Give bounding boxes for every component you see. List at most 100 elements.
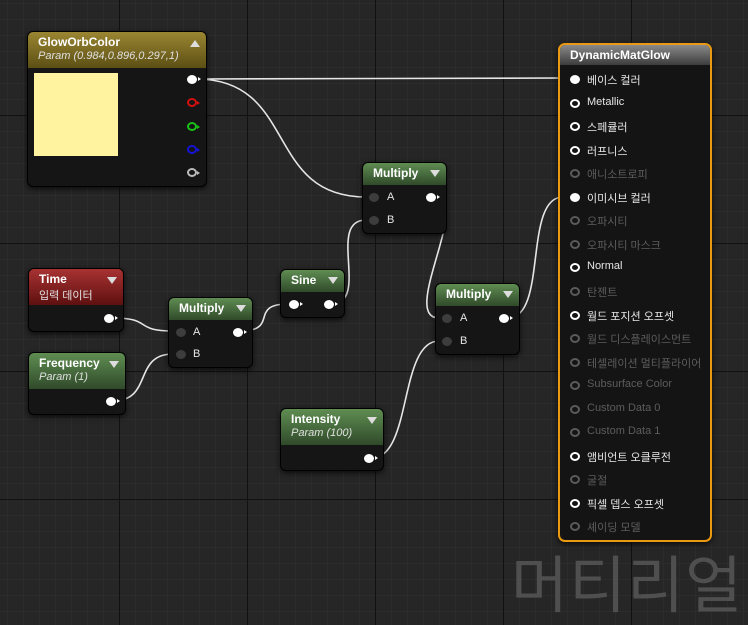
material-input-label: 굴절 (587, 475, 608, 488)
material-input-label: 이미시브 컬러 (587, 192, 651, 205)
rgba-output-pin[interactable] (187, 75, 201, 84)
input-a-label: A (460, 312, 468, 324)
material-input-pin[interactable] (570, 451, 580, 461)
material-input-pin[interactable] (570, 428, 580, 438)
material-input-pin[interactable] (570, 75, 580, 84)
node-title: Sine (291, 273, 317, 287)
node-header[interactable]: Multiply (169, 298, 252, 320)
material-input-pin[interactable] (570, 122, 580, 132)
material-input-label: 애니소트로피 (587, 169, 648, 182)
material-input-label: 스페큘러 (587, 122, 628, 135)
material-result-node[interactable]: DynamicMatGlow 베이스 컬러 Metallic 스페큘러 러프니스 애니소… (558, 43, 712, 542)
input-a-pin[interactable] (369, 193, 379, 202)
collapse-arrow-icon[interactable] (367, 417, 377, 424)
material-input-pin[interactable] (570, 239, 580, 249)
multiply-output-pin[interactable] (499, 314, 513, 323)
material-input-label: Subsurface Color (587, 378, 672, 391)
material-title: DynamicMatGlow (570, 48, 671, 62)
material-input-pin[interactable] (570, 334, 580, 344)
node-header[interactable]: Frequency Param (1) (29, 353, 125, 389)
material-input-label: 베이스 컬러 (587, 75, 641, 87)
wire-glow-to-basecolor (195, 77, 564, 80)
node-header[interactable]: Intensity Param (100) (281, 409, 383, 445)
material-input-pin[interactable] (570, 404, 580, 414)
green-output-pin[interactable] (187, 122, 200, 131)
collapse-arrow-icon[interactable] (430, 170, 440, 177)
material-input-pin[interactable] (570, 522, 580, 532)
material-input-pin[interactable] (570, 169, 580, 179)
node-title: Time (39, 272, 67, 286)
material-input-pin[interactable] (570, 263, 580, 273)
material-input-label: Custom Data 0 (587, 401, 661, 414)
node-subtitle: Param (1) (39, 371, 88, 383)
input-b-label: B (193, 348, 201, 360)
sine-output-pin[interactable] (324, 300, 338, 309)
material-input-label: 픽셀 뎁스 오프셋 (587, 498, 664, 511)
sine-node[interactable]: Sine (280, 269, 345, 318)
material-input-label: Metallic (587, 95, 625, 108)
node-title: Multiply (179, 301, 225, 315)
collapse-arrow-icon[interactable] (236, 305, 246, 312)
collapse-arrow-icon[interactable] (503, 291, 513, 298)
multiply-node-1[interactable]: Multiply A B (168, 297, 253, 368)
sine-input-pin[interactable] (289, 300, 303, 309)
multiply-node-2[interactable]: Multiply A B (362, 162, 447, 234)
collapse-arrow-icon[interactable] (328, 277, 338, 284)
node-header[interactable]: DynamicMatGlow (560, 45, 710, 65)
alpha-output-pin[interactable] (187, 168, 200, 177)
material-input-pin[interactable] (570, 216, 580, 226)
node-header[interactable]: GlowOrbColor Param (0.984,0.896,0.297,1) (28, 32, 206, 68)
material-input-pin[interactable] (570, 475, 580, 485)
material-input-label: 탄젠트 (587, 286, 618, 299)
input-a-label: A (387, 191, 395, 203)
node-title: Multiply (373, 166, 419, 180)
multiply-output-pin[interactable] (426, 193, 440, 202)
input-b-pin[interactable] (369, 216, 379, 225)
material-input-pin[interactable] (570, 145, 580, 155)
material-input-label: Normal (587, 260, 623, 273)
blue-output-pin[interactable] (187, 145, 200, 154)
material-input-pin[interactable] (570, 286, 580, 296)
material-input-pin[interactable] (570, 381, 580, 391)
collapse-arrow-icon[interactable] (107, 277, 117, 284)
material-input-label: 월드 디스플레이스먼트 (587, 334, 692, 347)
node-header[interactable]: Time 입력 데이터 (29, 269, 123, 305)
node-title: Intensity (291, 412, 341, 426)
red-output-pin[interactable] (187, 98, 200, 107)
wire-glow-to-multiply2-a (195, 78, 367, 198)
multiply-output-pin[interactable] (233, 328, 247, 337)
node-header[interactable]: Multiply (436, 284, 519, 306)
node-subtitle: Param (0.984,0.896,0.297,1) (38, 50, 179, 62)
material-input-pin[interactable] (570, 192, 580, 202)
frequency-output-pin[interactable] (106, 397, 120, 406)
material-input-label: 앰비언트 오클루전 (587, 451, 672, 464)
frequency-node[interactable]: Frequency Param (1) (28, 352, 126, 415)
collapse-arrow-icon[interactable] (109, 361, 119, 368)
input-b-pin[interactable] (176, 350, 186, 359)
material-input-pin[interactable] (570, 98, 580, 108)
input-b-label: B (460, 335, 468, 347)
input-b-label: B (387, 214, 395, 226)
node-header[interactable]: Multiply (363, 163, 446, 185)
input-a-pin[interactable] (176, 328, 186, 337)
material-input-label: 오파시티 (587, 216, 628, 229)
glow-orb-color-node[interactable]: GlowOrbColor Param (0.984,0.896,0.297,1) (27, 31, 207, 187)
input-b-pin[interactable] (442, 337, 452, 346)
node-title: Multiply (446, 287, 492, 301)
material-input-pin[interactable] (570, 498, 580, 508)
material-input-label: 오파시티 마스크 (587, 239, 661, 252)
node-header[interactable]: Sine (281, 270, 344, 292)
material-input-pin[interactable] (570, 310, 580, 320)
material-input-label: 테셀레이션 멀티플라이어 (587, 357, 702, 370)
node-subtitle: Param (100) (291, 427, 353, 439)
input-a-pin[interactable] (442, 314, 452, 323)
input-a-label: A (193, 326, 201, 338)
material-input-pin[interactable] (570, 357, 580, 367)
collapse-arrow-icon[interactable] (190, 40, 200, 47)
time-output-pin[interactable] (104, 314, 118, 323)
time-node[interactable]: Time 입력 데이터 (28, 268, 124, 332)
multiply-node-3[interactable]: Multiply A B (435, 283, 520, 355)
intensity-node[interactable]: Intensity Param (100) (280, 408, 384, 471)
color-preview-swatch (34, 73, 118, 156)
intensity-output-pin[interactable] (364, 454, 378, 463)
